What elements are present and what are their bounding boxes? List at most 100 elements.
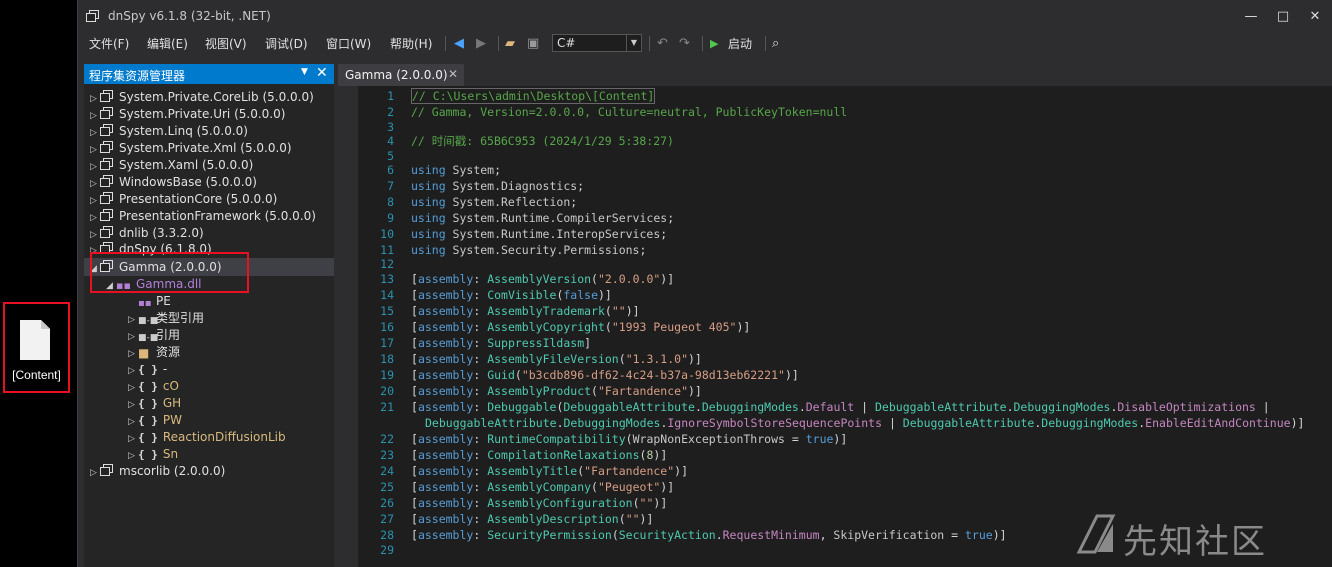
assembly-icon xyxy=(100,175,114,187)
attribute-line: [assembly: Debuggable(DebuggableAttribut… xyxy=(411,400,1270,414)
undo-icon[interactable]: ↶ xyxy=(657,36,668,52)
desktop-file-content[interactable]: [Content] xyxy=(3,302,70,393)
using-line: using System.Security.Permissions; xyxy=(411,243,647,257)
back-icon[interactable]: ◀ xyxy=(454,36,464,52)
watermark-text: 先知社区 xyxy=(1123,522,1267,562)
assembly-explorer: 程序集资源管理器 ▼ ✕ ▷ System.Private.CoreLib (5.… xyxy=(84,64,334,567)
tree-item-namespace[interactable]: ▷{ } GH xyxy=(128,395,181,412)
assembly-icon xyxy=(100,226,114,238)
menu-file[interactable]: 文件(F) xyxy=(89,35,129,52)
tree-item-assembly[interactable]: ▷ mscorlib (2.0.0.0) xyxy=(90,463,225,480)
attribute-line: [assembly: Guid("b3cdb896-df62-4c24-b37a… xyxy=(411,368,799,382)
save-all-icon[interactable]: ▣ xyxy=(527,36,539,52)
attribute-line: [assembly: AssemblyFileVersion("1.3.1.0"… xyxy=(411,352,702,366)
using-line: using System.Runtime.CompilerServices; xyxy=(411,211,675,225)
line-number: 14 xyxy=(380,288,394,302)
title-bar[interactable]: dnSpy v6.1.8 (32-bit, .NET) — □ ✕ xyxy=(78,0,1332,32)
line-number: 27 xyxy=(380,512,394,526)
search-icon[interactable]: ⌕ xyxy=(772,36,779,52)
tree-item-assembly[interactable]: ▷ PresentationFramework (5.0.0.0) xyxy=(90,208,316,225)
tree-item-assembly[interactable]: ▷ System.Private.CoreLib (5.0.0.0) xyxy=(90,89,314,106)
minimize-button[interactable]: — xyxy=(1236,6,1266,28)
tree-item-assembly[interactable]: ▷ dnlib (3.3.2.0) xyxy=(90,225,204,242)
line-number: 8 xyxy=(387,195,394,209)
menu-view[interactable]: 视图(V) xyxy=(205,35,247,52)
line-number: 21 xyxy=(380,400,394,414)
attribute-line: [assembly: AssemblyTitle("Fartandence")] xyxy=(411,464,689,478)
tree-item-namespace[interactable]: ▷{ } cO xyxy=(128,378,179,395)
maximize-button[interactable]: □ xyxy=(1268,6,1298,28)
language-select[interactable]: C# ▼ xyxy=(552,34,642,52)
using-line: using System.Diagnostics; xyxy=(411,179,585,193)
toolbar-separator xyxy=(649,36,650,51)
attribute-line-continued: DebuggableAttribute.DebuggingModes.Ignor… xyxy=(425,416,1305,430)
line-number: 23 xyxy=(380,448,394,462)
using-line: using System.Reflection; xyxy=(411,195,578,209)
menu-bar: 文件(F) 编辑(E) 视图(V) 调试(D) 窗口(W) 帮助(H) xyxy=(78,32,1332,54)
assembly-icon xyxy=(100,192,114,204)
line-number: 15 xyxy=(380,304,394,318)
namespace-icon: { } xyxy=(138,414,158,427)
line-number: 12 xyxy=(380,257,394,271)
attribute-line: [assembly: AssemblyConfiguration("")] xyxy=(411,496,668,510)
tree-item-namespace[interactable]: ▷{ } Sn xyxy=(128,446,178,463)
attribute-line: [assembly: ComVisible(false)] xyxy=(411,288,612,302)
toolbar-separator xyxy=(445,36,446,51)
explorer-title: 程序集资源管理器 xyxy=(89,69,186,83)
tree-item-references[interactable]: ▷ ■-■引用 xyxy=(128,327,180,344)
tree-item-type-refs[interactable]: ▷ ■-■类型引用 xyxy=(128,310,204,327)
tree-item-assembly[interactable]: ▷ PresentationCore (5.0.0.0) xyxy=(90,191,277,208)
tree-item-assembly[interactable]: ▷ System.Private.Uri (5.0.0.0) xyxy=(90,106,285,123)
close-icon[interactable]: ✕ xyxy=(316,65,328,81)
attribute-line: [assembly: AssemblyCompany("Peugeot")] xyxy=(411,480,675,494)
toolbar-separator xyxy=(765,36,766,51)
assembly-icon xyxy=(100,209,114,221)
line-number: 7 xyxy=(387,179,394,193)
menu-edit[interactable]: 编辑(E) xyxy=(147,35,188,52)
code-editor[interactable]: 1 2 3 4 5 6 7 8 9 10 11 12 13 14 15 16 1… xyxy=(338,86,1332,567)
tab-gamma[interactable]: Gamma (2.0.0.0) ✕ xyxy=(338,64,464,86)
dnspy-window: dnSpy v6.1.8 (32-bit, .NET) — □ ✕ 文件(F) … xyxy=(77,0,1332,567)
chevron-down-icon[interactable]: ▼ xyxy=(301,67,308,77)
using-line: using System.Runtime.InteropServices; xyxy=(411,227,668,241)
line-number: 24 xyxy=(380,464,394,478)
line-number: 4 xyxy=(387,134,394,148)
tree-item-assembly[interactable]: ▷ System.Private.Xml (5.0.0.0) xyxy=(90,140,292,157)
chevron-down-icon: ▼ xyxy=(626,35,641,51)
tree-item-pe[interactable]: ▪▪ PE xyxy=(128,293,171,310)
play-icon[interactable]: ▶ xyxy=(710,36,718,52)
tab-label: Gamma (2.0.0.0) xyxy=(345,68,448,82)
desktop-file-label: [Content] xyxy=(12,368,61,382)
tree-item-namespace[interactable]: ▷{ } PW xyxy=(128,412,182,429)
tree-item-namespace[interactable]: ▷{ } - xyxy=(128,361,167,378)
forward-icon[interactable]: ▶ xyxy=(476,36,486,52)
namespace-icon: { } xyxy=(138,397,158,410)
redo-icon[interactable]: ↷ xyxy=(679,36,690,52)
highlight-box xyxy=(90,252,249,293)
close-button[interactable]: ✕ xyxy=(1300,6,1330,28)
tree-item-assembly[interactable]: ▷ System.Linq (5.0.0.0) xyxy=(90,123,248,140)
line-number: 17 xyxy=(380,336,394,350)
comment-assembly: // Gamma, Version=2.0.0.0, Culture=neutr… xyxy=(411,105,848,119)
tree-item-namespace[interactable]: ▷{ } ReactionDiffusionLib xyxy=(128,429,286,446)
using-line: using System; xyxy=(411,163,502,177)
open-icon[interactable]: ▰ xyxy=(505,36,515,52)
window-title: dnSpy v6.1.8 (32-bit, .NET) xyxy=(108,9,271,23)
explorer-header: 程序集资源管理器 ▼ ✕ xyxy=(84,64,334,84)
line-number: 13 xyxy=(380,272,394,286)
tree-item-assembly[interactable]: ▷ WindowsBase (5.0.0.0) xyxy=(90,174,257,191)
line-number: 20 xyxy=(380,384,394,398)
tree-item-assembly[interactable]: ▷ System.Xaml (5.0.0.0) xyxy=(90,157,253,174)
close-icon[interactable]: ✕ xyxy=(448,67,458,81)
attribute-line: [assembly: AssemblyDescription("")] xyxy=(411,512,654,526)
attribute-line: [assembly: SecurityPermission(SecurityAc… xyxy=(411,528,1007,542)
tree-item-resources[interactable]: ▷ ■ 资源 xyxy=(128,344,180,361)
menu-help[interactable]: 帮助(H) xyxy=(390,35,432,52)
pe-icon: ▪▪ xyxy=(138,298,152,309)
namespace-icon: { } xyxy=(138,380,158,393)
menu-debug[interactable]: 调试(D) xyxy=(265,35,308,52)
line-number: 6 xyxy=(387,163,394,177)
start-button[interactable]: 启动 xyxy=(728,36,752,52)
line-number: 22 xyxy=(380,432,394,446)
menu-window[interactable]: 窗口(W) xyxy=(326,35,371,52)
